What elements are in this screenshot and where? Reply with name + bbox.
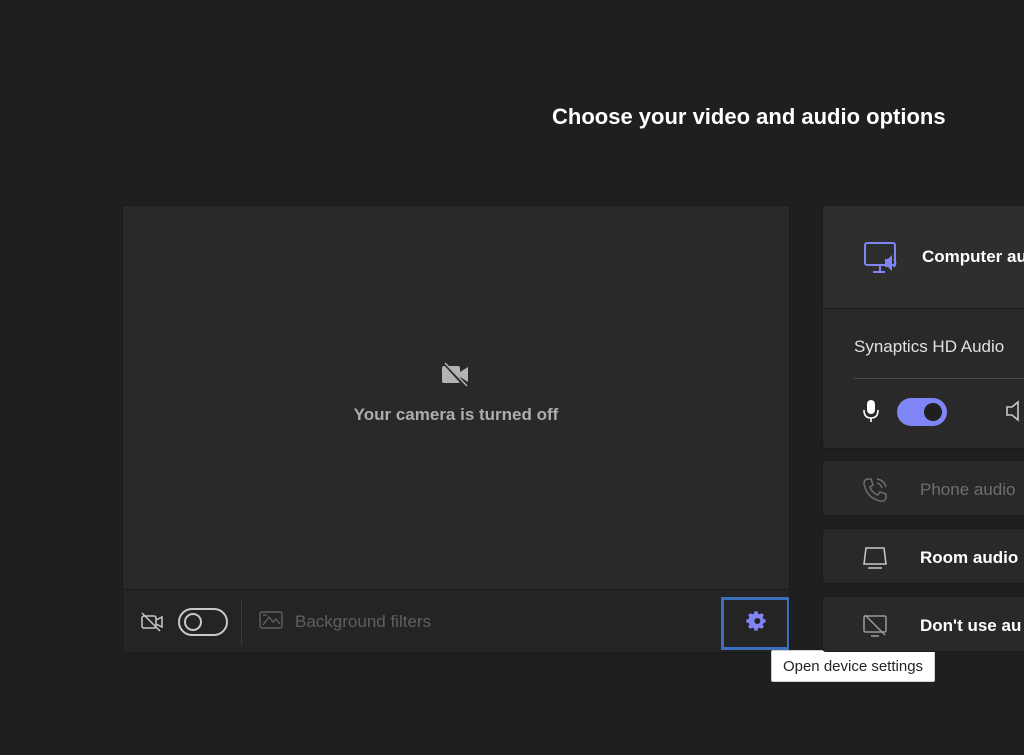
- toggle-knob: [924, 403, 942, 421]
- video-preview-area: [123, 206, 789, 589]
- room-device-icon: [861, 544, 889, 577]
- room-audio-option[interactable]: Room audio: [822, 528, 1024, 584]
- page-title: Choose your video and audio options: [552, 104, 946, 129]
- camera-off-message: Your camera is turned off: [353, 405, 559, 424]
- phone-audio-label: Phone audio: [920, 480, 1016, 499]
- toolbar-divider: [241, 600, 242, 645]
- gear-icon: [745, 610, 767, 637]
- phone-audio-option[interactable]: Phone audio: [822, 460, 1024, 516]
- computer-speaker-icon: [863, 241, 901, 282]
- audio-divider: [854, 378, 1024, 379]
- video-toolbar: Background filters: [123, 589, 789, 652]
- background-filters-icon: [259, 610, 283, 634]
- microphone-toggle[interactable]: [897, 398, 947, 426]
- background-filters-label: Background filters: [295, 612, 432, 631]
- dont-use-audio-label: Don't use au: [920, 616, 1022, 635]
- toggle-knob: [184, 613, 202, 631]
- computer-audio-header[interactable]: Computer au: [823, 206, 1024, 309]
- computer-audio-label: Computer au: [922, 247, 1024, 266]
- microphone-icon: [863, 399, 879, 428]
- device-settings-button[interactable]: [721, 597, 789, 650]
- room-audio-label: Room audio: [920, 548, 1019, 567]
- dont-use-audio-option[interactable]: Don't use au: [822, 596, 1024, 652]
- camera-off-icon: [140, 611, 164, 638]
- camera-off-large-icon: [440, 361, 470, 393]
- audio-device-name: Synaptics HD Audio: [854, 337, 1005, 356]
- video-preview-panel: Background filters: [122, 205, 790, 653]
- speaker-icon[interactable]: [1005, 399, 1024, 428]
- device-settings-tooltip: Open device settings: [771, 650, 935, 682]
- computer-audio-option[interactable]: Computer au Synaptics HD Audio: [822, 205, 1024, 449]
- no-audio-icon: [861, 612, 889, 645]
- camera-toggle[interactable]: [178, 608, 228, 636]
- background-filters-button[interactable]: Background filters: [259, 610, 431, 634]
- phone-icon: [861, 476, 889, 509]
